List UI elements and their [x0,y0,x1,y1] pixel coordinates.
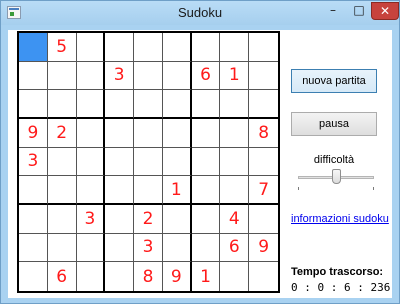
sudoku-cell[interactable] [220,118,250,148]
sudoku-cell[interactable] [162,118,192,148]
sudoku-cell[interactable]: 1 [220,61,250,91]
sudoku-cell[interactable] [162,33,192,62]
sudoku-cell[interactable]: 6 [191,61,221,91]
sudoku-cell[interactable]: 9 [19,118,48,148]
slider-tick [373,187,374,190]
sudoku-cell[interactable]: 6 [220,233,250,263]
sudoku-cell[interactable]: 2 [134,204,163,234]
sudoku-cell[interactable] [191,147,221,177]
sudoku-cell[interactable] [77,262,106,291]
sudoku-cell[interactable] [220,262,250,291]
sudoku-cell[interactable]: 4 [220,204,250,234]
elapsed-time-label: Tempo trascorso: [291,266,384,278]
sudoku-info-link[interactable]: informazioni sudoku [291,213,389,225]
sudoku-cell[interactable] [19,90,48,119]
sudoku-cell[interactable]: 3 [76,204,106,234]
sudoku-cell[interactable] [191,204,221,234]
difficulty-slider-ticks [298,187,374,190]
sudoku-cell[interactable]: 3 [19,147,48,177]
sudoku-cell[interactable] [249,90,278,119]
sudoku-cell[interactable]: 3 [134,233,163,263]
sudoku-cell[interactable] [47,233,77,263]
sudoku-cell[interactable] [105,233,135,263]
sudoku-cell[interactable] [76,147,106,177]
sudoku-cell[interactable]: 7 [249,176,278,205]
difficulty-label: difficoltà [313,154,355,166]
sudoku-cell[interactable] [134,147,163,177]
sudoku-cell[interactable] [76,61,106,91]
sudoku-cell[interactable] [162,61,192,91]
sudoku-cell[interactable] [105,118,135,148]
sudoku-grid: 53619283173243696891 [17,31,280,293]
sudoku-cell[interactable] [134,118,163,148]
sudoku-cell[interactable] [19,33,48,62]
sudoku-cell[interactable] [47,147,77,177]
difficulty-slider-thumb[interactable] [331,169,341,184]
sudoku-cell[interactable] [19,61,48,91]
sudoku-cell[interactable] [162,90,192,119]
new-game-button[interactable]: nuova partita [291,69,377,93]
sudoku-cell[interactable]: 5 [47,33,77,62]
sudoku-cell[interactable] [19,262,48,291]
sudoku-cell[interactable] [76,118,106,148]
sudoku-cell[interactable] [249,33,278,62]
sudoku-cell[interactable] [220,90,250,119]
sudoku-cell[interactable]: 3 [105,61,135,91]
sudoku-cell[interactable] [162,204,192,234]
sudoku-cell[interactable] [249,148,278,177]
sudoku-cell[interactable] [249,205,278,234]
sudoku-cell[interactable]: 6 [48,262,77,291]
sudoku-cell[interactable] [191,90,221,119]
sudoku-cell[interactable] [220,147,250,177]
pause-button[interactable]: pausa [291,112,377,136]
sudoku-cell[interactable] [162,147,192,177]
sudoku-cell[interactable] [191,233,221,263]
sudoku-cell[interactable] [134,90,163,119]
sudoku-cell[interactable] [47,61,77,91]
sudoku-cell[interactable] [249,262,278,291]
sudoku-cell[interactable] [105,147,135,177]
close-button[interactable]: ✕ [371,2,399,20]
sudoku-cell[interactable]: 8 [249,119,278,148]
sudoku-cell[interactable] [220,33,250,62]
sudoku-cell[interactable]: 8 [134,262,163,291]
sudoku-cell[interactable] [105,204,135,234]
sudoku-cell[interactable] [47,176,77,205]
sudoku-cell[interactable] [105,176,135,205]
sudoku-cell[interactable]: 1 [192,262,221,291]
sudoku-cell[interactable] [76,233,106,263]
minimize-button[interactable]: – [320,2,346,20]
sudoku-cell[interactable] [76,90,106,119]
sudoku-cell[interactable]: 9 [163,262,192,291]
sudoku-cell[interactable]: 9 [249,234,278,263]
sudoku-cell[interactable] [76,176,106,205]
sudoku-cell[interactable] [134,61,163,91]
sudoku-cell[interactable] [105,262,135,291]
sudoku-cell[interactable] [105,33,135,62]
sudoku-cell[interactable] [19,176,48,205]
sudoku-window: Sudoku – □ ✕ 53619283173243696891 nuova … [0,0,400,304]
sudoku-cell[interactable] [162,233,192,263]
title-bar[interactable]: Sudoku – □ ✕ [1,1,399,25]
sudoku-cell[interactable] [191,118,221,148]
sudoku-cell[interactable] [19,204,48,234]
sudoku-cell[interactable] [191,33,221,62]
sudoku-cell[interactable] [134,33,163,62]
slider-tick [298,187,299,190]
sudoku-cell[interactable] [19,233,48,263]
sudoku-cell[interactable] [249,62,278,91]
sudoku-cell[interactable] [220,176,250,205]
sudoku-cell[interactable] [47,204,77,234]
sudoku-cell[interactable] [105,90,135,119]
sudoku-cell[interactable] [76,33,106,62]
maximize-button[interactable]: □ [346,2,372,20]
client-area: 53619283173243696891 nuova partita pausa… [8,30,392,298]
sudoku-cell[interactable] [134,176,163,205]
sudoku-cell[interactable]: 1 [162,176,192,205]
sudoku-cell[interactable] [47,90,77,119]
elapsed-time-value: 0 : 0 : 6 : 236 [291,281,391,294]
sudoku-cell[interactable] [191,176,221,205]
sudoku-cell[interactable]: 2 [47,118,77,148]
